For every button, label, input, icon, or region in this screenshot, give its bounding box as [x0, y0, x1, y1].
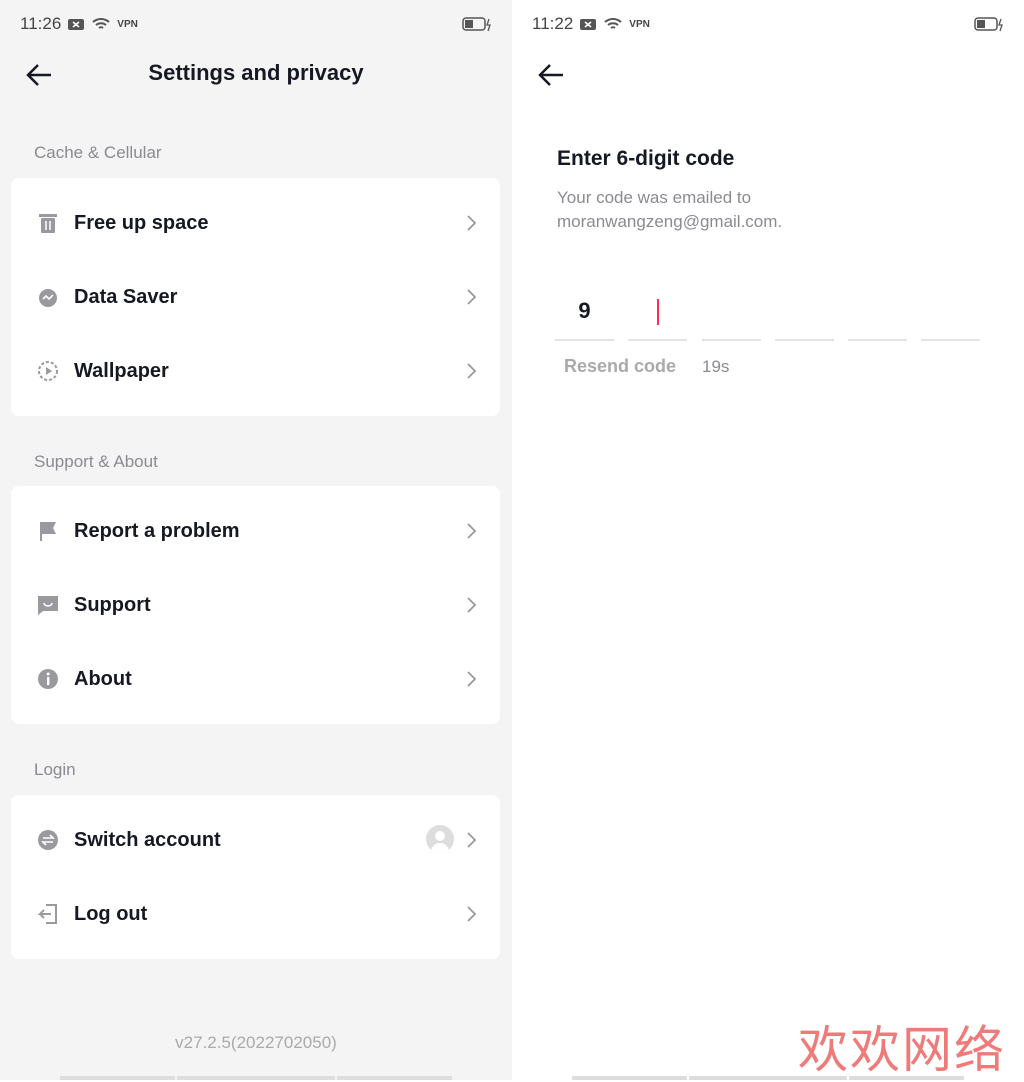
code-digit-2[interactable]: [628, 290, 687, 341]
verification-screen: 11:22 VPN Enter 6-digit code Your code w…: [512, 0, 1024, 1080]
row-switch-account[interactable]: Switch account: [11, 803, 500, 877]
trash-icon: [37, 212, 59, 234]
avatar: [426, 825, 454, 853]
status-time: 11:22: [532, 14, 574, 33]
status-bar: 11:26 VPN: [20, 14, 138, 34]
code-digit-5[interactable]: [848, 290, 907, 341]
subtitle-line: Your code was emailed to: [557, 188, 752, 207]
back-arrow-icon[interactable]: [536, 60, 566, 90]
data-saver-icon: [37, 286, 59, 308]
status-bar: 11:22 VPN: [532, 14, 650, 34]
row-label: Wallpaper: [74, 359, 169, 382]
code-heading: Enter 6-digit code: [557, 147, 735, 170]
card-support: Report a problem Support About: [11, 486, 500, 724]
section-label-login: Login: [34, 760, 76, 779]
battery-icon: [974, 17, 1003, 32]
code-subtitle: Your code was emailed to moranwangzeng@g…: [557, 186, 782, 234]
row-label: Log out: [74, 902, 148, 925]
resend-code-button[interactable]: Resend code: [564, 356, 676, 377]
app-version: v27.2.5(2022702050): [175, 1033, 337, 1052]
code-digit-1[interactable]: 9: [555, 290, 614, 341]
row-label: Free up space: [74, 211, 209, 234]
logout-icon: [37, 903, 59, 925]
nav-bar-segment: [177, 1076, 335, 1080]
chevron-right-icon: [467, 363, 476, 379]
row-wallpaper[interactable]: Wallpaper: [11, 334, 500, 408]
row-label: About: [74, 667, 132, 690]
vpn-icon: VPN: [117, 18, 138, 30]
card-login: Switch account Log out: [11, 795, 500, 959]
row-data-saver[interactable]: Data Saver: [11, 260, 500, 334]
row-about[interactable]: About: [11, 642, 500, 716]
flag-icon: [37, 520, 59, 542]
battery-icon: [462, 17, 491, 32]
chevron-right-icon: [467, 906, 476, 922]
page-title: Settings and privacy: [148, 60, 364, 85]
chevron-right-icon: [467, 671, 476, 687]
nav-bar-segment: [572, 1076, 687, 1080]
chevron-right-icon: [467, 289, 476, 305]
text-cursor: [656, 299, 659, 326]
settings-screen: 11:26 VPN Settings and privacy Cache & C…: [0, 0, 512, 1080]
row-label: Switch account: [74, 828, 221, 851]
email-address: moranwangzeng@gmail.com.: [557, 212, 783, 231]
card-cache: Free up space Data Saver Wallpaper: [11, 178, 500, 416]
vpn-icon: VPN: [629, 18, 650, 30]
row-free-up-space[interactable]: Free up space: [11, 186, 500, 260]
code-digit-3[interactable]: [702, 290, 761, 341]
switch-icon: [37, 829, 59, 851]
chat-icon: [37, 594, 59, 616]
code-digit-4[interactable]: [775, 290, 834, 341]
chevron-right-icon: [467, 215, 476, 231]
notification-icon: [68, 19, 85, 30]
row-label: Data Saver: [74, 285, 178, 308]
info-icon: [37, 668, 59, 690]
row-label: Support: [74, 593, 151, 616]
watermark: 欢欢网络: [798, 1021, 1006, 1079]
wallpaper-icon: [37, 360, 59, 382]
chevron-right-icon: [467, 523, 476, 539]
code-digit-6[interactable]: [921, 290, 980, 341]
wifi-icon: [604, 18, 622, 29]
resend-timer: 19s: [702, 357, 730, 376]
row-support[interactable]: Support: [11, 568, 500, 642]
row-report-problem[interactable]: Report a problem: [11, 494, 500, 568]
row-log-out[interactable]: Log out: [11, 877, 500, 951]
wifi-icon: [92, 18, 110, 29]
section-label-cache: Cache & Cellular: [34, 143, 162, 162]
chevron-right-icon: [467, 597, 476, 613]
chevron-right-icon: [467, 832, 476, 848]
nav-bar-segment: [337, 1076, 452, 1080]
notification-icon: [580, 19, 597, 30]
section-label-support: Support & About: [34, 452, 158, 471]
nav-bar-segment: [60, 1076, 175, 1080]
row-label: Report a problem: [74, 519, 240, 542]
status-time: 11:26: [20, 14, 62, 33]
